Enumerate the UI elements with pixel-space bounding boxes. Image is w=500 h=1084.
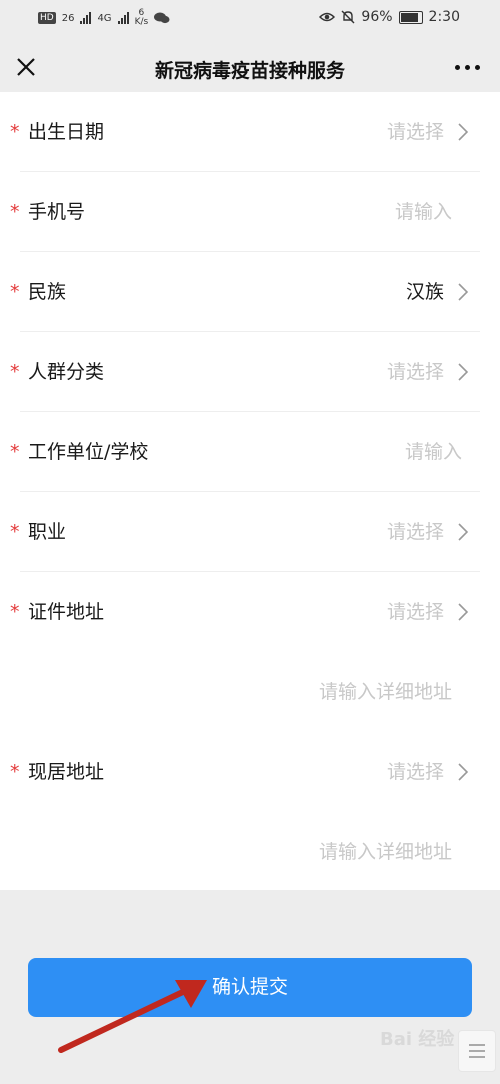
chevron-right-icon bbox=[458, 283, 468, 301]
signal-icon-2 bbox=[117, 12, 129, 24]
sim2-label: 4G bbox=[97, 12, 112, 24]
chevron-right-icon bbox=[458, 763, 468, 781]
row-id-address-detail[interactable]: 请输入详细地址 bbox=[0, 652, 500, 732]
row-label: 民族 bbox=[28, 281, 67, 303]
workplace-input[interactable]: 请输入 bbox=[405, 412, 462, 492]
bell-off-icon bbox=[341, 10, 355, 24]
row-label: 出生日期 bbox=[28, 121, 105, 143]
wechat-icon bbox=[154, 12, 170, 24]
chevron-right-icon bbox=[458, 603, 468, 621]
hd-badge: HD bbox=[38, 12, 56, 24]
clock: 2:30 bbox=[428, 9, 460, 25]
row-birth-date[interactable]: * 出生日期 请选择 bbox=[0, 92, 500, 172]
row-population-category[interactable]: * 人群分类 请选择 bbox=[0, 332, 500, 412]
battery-icon bbox=[398, 10, 423, 24]
row-ethnicity[interactable]: * 民族 汉族 bbox=[0, 252, 500, 332]
id-address-detail-input[interactable]: 请输入详细地址 bbox=[319, 652, 452, 732]
required-mark: * bbox=[10, 201, 20, 223]
row-label: 人群分类 bbox=[28, 361, 105, 383]
nav-bar: 新冠病毒疫苗接种服务 bbox=[0, 36, 500, 98]
row-current-address-detail[interactable]: 请输入详细地址 bbox=[0, 812, 500, 892]
row-value[interactable]: 请选择 bbox=[387, 332, 444, 412]
net-speed: 6 K/s bbox=[135, 9, 149, 27]
net-speed-unit: K/s bbox=[134, 17, 149, 27]
row-workplace[interactable]: * 工作单位/学校 请输入 bbox=[0, 412, 500, 492]
row-label: 手机号 bbox=[28, 201, 86, 223]
required-mark: * bbox=[10, 281, 20, 303]
annotation-arrow-icon bbox=[58, 980, 207, 1053]
row-current-address[interactable]: * 现居地址 请选择 bbox=[0, 732, 500, 812]
page-title: 新冠病毒疫苗接种服务 bbox=[154, 60, 345, 82]
chevron-right-icon bbox=[458, 523, 468, 541]
required-mark: * bbox=[10, 361, 20, 383]
battery-fill bbox=[400, 12, 418, 22]
row-label: 工作单位/学校 bbox=[28, 441, 149, 463]
required-mark: * bbox=[10, 761, 20, 783]
required-mark: * bbox=[10, 121, 20, 143]
menu-icon bbox=[469, 1044, 485, 1058]
phone-input[interactable]: 请输入 bbox=[395, 172, 452, 252]
row-value[interactable]: 汉族 bbox=[406, 252, 444, 332]
row-value[interactable]: 请选择 bbox=[387, 572, 444, 652]
chevron-right-icon bbox=[458, 363, 468, 381]
required-mark: * bbox=[10, 441, 20, 463]
battery-percent: 96% bbox=[361, 9, 393, 25]
watermark: Bai 经验 bbox=[380, 1029, 455, 1050]
row-occupation[interactable]: * 职业 请选择 bbox=[0, 492, 500, 572]
row-value[interactable]: 请选择 bbox=[387, 492, 444, 572]
registration-form: * 出生日期 请选择 * 手机号 请输入 * 民族 汉族 * 人群分类 请选择 … bbox=[0, 92, 500, 890]
more-icon[interactable] bbox=[455, 65, 480, 70]
row-label: 职业 bbox=[28, 521, 67, 543]
required-mark: * bbox=[10, 601, 20, 623]
required-mark: * bbox=[10, 521, 20, 543]
float-menu-button[interactable] bbox=[458, 1030, 496, 1072]
status-left: HD 26 4G 6 K/s bbox=[38, 9, 170, 27]
row-label: 证件地址 bbox=[28, 601, 105, 623]
row-value[interactable]: 请选择 bbox=[387, 92, 444, 172]
row-value[interactable]: 请选择 bbox=[387, 732, 444, 812]
status-bar: HD 26 4G 6 K/s 96% 2:30 bbox=[0, 0, 500, 36]
row-phone[interactable]: * 手机号 请输入 bbox=[0, 172, 500, 252]
signal-icon bbox=[80, 12, 92, 24]
status-right: 96% 2:30 bbox=[319, 9, 460, 25]
current-address-detail-input[interactable]: 请输入详细地址 bbox=[319, 812, 452, 892]
eye-icon bbox=[319, 12, 336, 22]
chevron-right-icon bbox=[458, 123, 468, 141]
sim1-label: 26 bbox=[61, 12, 75, 24]
row-label: 现居地址 bbox=[28, 761, 105, 783]
row-id-address[interactable]: * 证件地址 请选择 bbox=[0, 572, 500, 652]
